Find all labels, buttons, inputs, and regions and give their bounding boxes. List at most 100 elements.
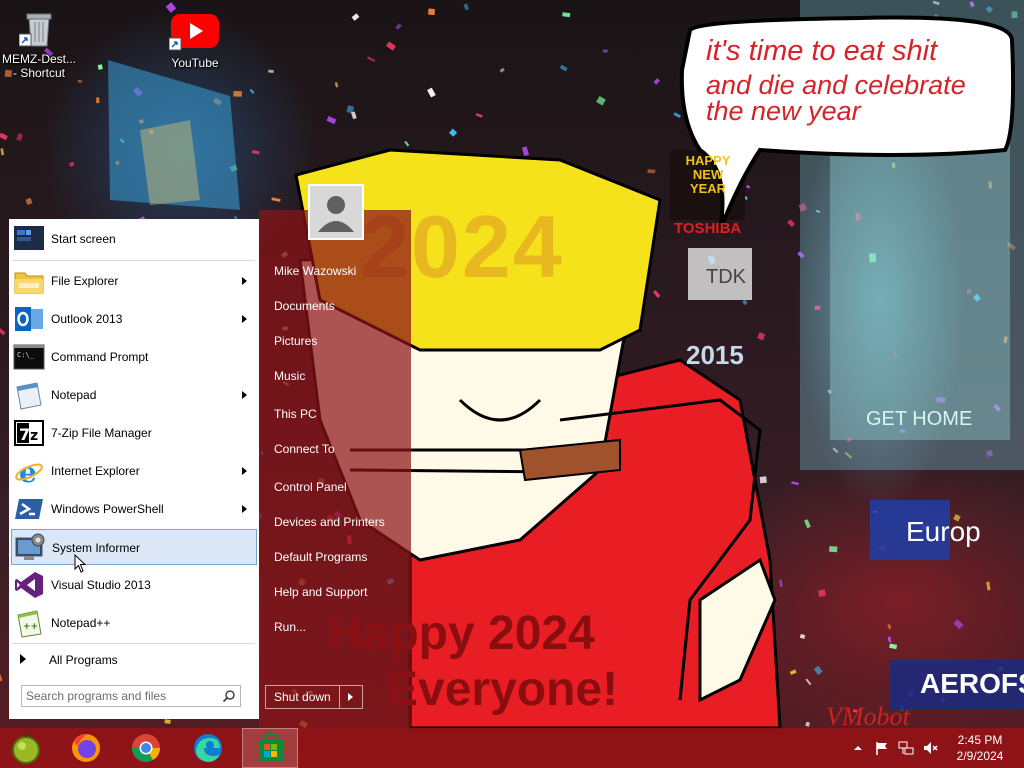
network-icon[interactable] <box>898 740 914 756</box>
divider <box>13 260 255 261</box>
shut-down-button[interactable]: Shut down <box>265 685 363 709</box>
divider <box>13 643 255 644</box>
program-notepad-plus-plus[interactable]: ++ Notepad++ <box>11 605 257 641</box>
system-informer-icon <box>15 533 45 560</box>
program-system-informer[interactable]: System Informer <box>11 529 257 565</box>
program-label: 7-Zip File Manager <box>51 426 152 440</box>
place-control-panel[interactable]: Control Panel <box>274 479 347 495</box>
program-label: File Explorer <box>51 274 119 288</box>
program-label: Outlook 2013 <box>51 312 123 326</box>
program-outlook-2013[interactable]: Outlook 2013 <box>11 301 257 337</box>
start-screen-icon <box>14 226 44 250</box>
visual-studio-icon <box>15 572 43 598</box>
program-start-screen[interactable]: Start screen <box>11 221 257 257</box>
start-menu-right-pane <box>259 210 411 728</box>
start-menu: Start screen File Explorer Outlook 2013 … <box>0 210 411 728</box>
sign-tdk: TDK <box>706 266 746 288</box>
start-orb-icon <box>12 731 40 764</box>
program-internet-explorer[interactable]: e Internet Explorer <box>11 453 257 489</box>
search-box[interactable] <box>21 685 241 707</box>
sign-get-home: GET HOME <box>866 408 973 430</box>
internet-explorer-icon: e <box>15 456 43 487</box>
speech-bubble-text: it's time to eat shit and die and celebr… <box>706 34 1006 128</box>
sign-2015: 2015 <box>686 340 744 370</box>
program-label: System Informer <box>52 541 141 555</box>
desktop: MEMZ-Dest... - Shortcut YouTube 2024 it'… <box>0 0 1024 768</box>
divider <box>339 686 340 708</box>
svg-text:7: 7 <box>19 425 30 444</box>
program-visual-studio-2013[interactable]: Visual Studio 2013 <box>11 567 257 603</box>
place-documents[interactable]: Documents <box>274 298 335 314</box>
submenu-arrow-icon[interactable] <box>242 315 247 323</box>
svg-text:C:\_: C:\_ <box>17 351 35 359</box>
volume-muted-icon[interactable] <box>922 740 938 756</box>
all-programs-label: All Programs <box>49 653 118 667</box>
place-connect-to[interactable]: Connect To <box>274 441 335 457</box>
happy-line-2: Everyone! <box>386 663 619 716</box>
bubble-line-1: it's time to eat shit <box>706 35 938 67</box>
user-avatar[interactable] <box>308 184 364 240</box>
place-default-programs[interactable]: Default Programs <box>274 549 367 565</box>
shut-down-label: Shut down <box>274 690 331 704</box>
user-name-link[interactable]: Mike Wazowski <box>274 263 356 279</box>
taskbar-firefox[interactable] <box>58 728 114 768</box>
submenu-arrow-icon[interactable] <box>242 467 247 475</box>
program-label: Start screen <box>51 232 116 246</box>
place-music[interactable]: Music <box>274 368 305 384</box>
all-programs-button[interactable]: All Programs <box>11 649 257 671</box>
submenu-arrow-icon[interactable] <box>242 505 247 513</box>
user-silhouette-icon <box>310 186 362 238</box>
start-button[interactable] <box>0 728 56 768</box>
program-label: Notepad <box>51 388 97 402</box>
shut-down-options-arrow-icon[interactable] <box>348 693 353 701</box>
chevron-up-icon[interactable] <box>850 740 866 756</box>
notepad-icon <box>16 382 42 410</box>
clock-date: 2/9/2024 <box>956 749 1004 763</box>
search-input[interactable] <box>26 688 216 704</box>
place-pictures[interactable]: Pictures <box>274 333 317 349</box>
program-7zip[interactable]: 7 z 7-Zip File Manager <box>11 415 257 451</box>
sign-toshiba: TOSHIBA <box>674 220 742 237</box>
place-help-and-support[interactable]: Help and Support <box>274 584 367 600</box>
program-label: Windows PowerShell <box>51 502 164 516</box>
program-label: Notepad++ <box>51 616 111 630</box>
place-devices-and-printers[interactable]: Devices and Printers <box>274 514 385 530</box>
submenu-arrow-icon[interactable] <box>242 391 247 399</box>
command-prompt-icon: C:\_ <box>13 344 45 370</box>
chrome-icon <box>132 734 160 762</box>
program-command-prompt[interactable]: C:\_ Command Prompt <box>11 339 257 375</box>
store-icon <box>259 733 283 761</box>
submenu-arrow-icon[interactable] <box>242 277 247 285</box>
place-this-pc[interactable]: This PC <box>274 406 317 422</box>
start-menu-programs-pane: Start screen File Explorer Outlook 2013 … <box>9 219 259 719</box>
7zip-icon: 7 z <box>14 420 44 446</box>
program-label: Command Prompt <box>51 350 149 364</box>
program-label: Visual Studio 2013 <box>51 578 151 592</box>
sign-europe: Europ <box>906 516 981 547</box>
edge-icon <box>194 734 222 762</box>
flag-icon[interactable] <box>874 740 890 756</box>
taskbar-store[interactable] <box>242 728 298 768</box>
sign-happy-new-year: HAPPY NEW YEAR <box>685 153 731 196</box>
taskbar-clock[interactable]: 2:45 PM 2/9/2024 <box>950 732 1010 764</box>
clock-time: 2:45 PM <box>957 733 1003 747</box>
search-icon[interactable] <box>222 689 236 703</box>
program-windows-powershell[interactable]: Windows PowerShell <box>11 491 257 527</box>
program-label: Internet Explorer <box>51 464 140 478</box>
program-file-explorer[interactable]: File Explorer <box>11 263 257 299</box>
svg-text:++: ++ <box>23 622 38 632</box>
notepadpp-icon: ++ <box>17 610 42 638</box>
expand-triangle-icon <box>20 654 26 664</box>
file-explorer-icon <box>14 272 44 294</box>
mouse-cursor-icon <box>74 554 87 573</box>
taskbar: 2:45 PM 2/9/2024 <box>0 728 1024 768</box>
powershell-icon <box>15 499 43 519</box>
program-notepad[interactable]: Notepad <box>11 377 257 413</box>
taskbar-edge[interactable] <box>180 728 236 768</box>
firefox-icon <box>72 734 100 762</box>
sign-aerofs: AEROFS <box>920 668 1024 699</box>
place-run[interactable]: Run... <box>274 619 306 635</box>
taskbar-chrome[interactable] <box>118 728 174 768</box>
outlook-icon <box>15 307 43 331</box>
svg-text:z: z <box>30 428 38 444</box>
